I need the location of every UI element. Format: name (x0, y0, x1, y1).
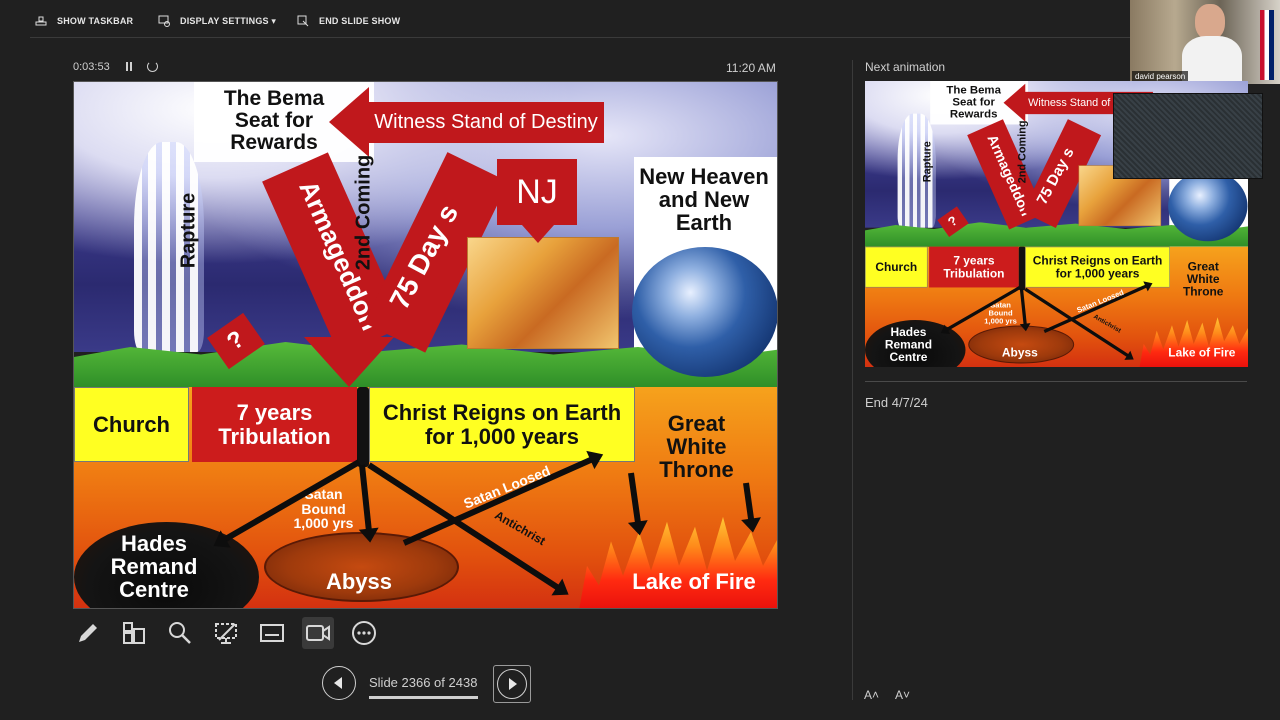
increase-font-button[interactable]: A˄ (864, 688, 879, 702)
more-icon (352, 621, 376, 645)
preview-bema-text: The Bema Seat for Rewards (946, 83, 1001, 121)
taskbar-icon (35, 15, 47, 27)
notes-font-controls: A˄ A˅ (864, 688, 910, 702)
church-box: Church (74, 387, 189, 462)
end-slide-show-button[interactable]: END SLIDE SHOW (297, 13, 400, 29)
preview-church-box: Church (865, 246, 928, 288)
current-slide[interactable]: The Bema Seat for Rewards Witness Stand … (73, 81, 778, 609)
speaker-notes: End 4/7/24 (865, 395, 928, 410)
pen-icon (79, 624, 97, 642)
timeline-divider (357, 387, 369, 467)
bema-seat-text: The Bema Seat for Rewards (223, 87, 325, 155)
rapture-text: Rapture (177, 192, 200, 269)
abyss-text: Abyss (325, 569, 393, 594)
nj-text: NJ (516, 172, 558, 211)
video-camera-icon (306, 625, 330, 641)
next-slide-button[interactable] (493, 665, 531, 703)
witness-stand-arrow: Witness Stand of Destiny (368, 102, 604, 143)
pause-icon[interactable] (125, 62, 133, 72)
show-taskbar-button[interactable]: SHOW TASKBAR (35, 13, 133, 29)
previous-slide-button[interactable] (322, 666, 356, 700)
nj-box: NJ (497, 159, 577, 225)
next-arrow-icon (497, 669, 527, 699)
preview-millennium-text: Christ Reigns on Earth for 1,000 years (1032, 253, 1163, 281)
hades-text: Hades Remand Centre (110, 531, 198, 603)
millennium-text: Christ Reigns on Earth for 1,000 years (382, 400, 622, 449)
great-white-throne-text: Great White Throne (659, 411, 734, 483)
webcam-feed: david pearson (1130, 0, 1280, 84)
screen-slash-icon (215, 623, 237, 644)
preview-throne-text: Great White Throne (1182, 259, 1224, 299)
lake-of-fire-text: Lake of Fire (632, 569, 756, 594)
panel-divider (852, 60, 853, 700)
armageddon-arrow-head (304, 337, 394, 387)
display-settings-icon (158, 15, 170, 27)
flag-image (1260, 10, 1274, 80)
preview-tribulation-text: 7 years Tribulation (943, 253, 1005, 281)
witness-stand-text: Witness Stand of Destiny (374, 111, 598, 133)
presenter-body (1182, 36, 1242, 84)
show-taskbar-label: SHOW TASKBAR (57, 16, 134, 26)
preview-church-text: Church (875, 260, 918, 274)
screen-share-overlay (1113, 93, 1263, 179)
church-text: Church (93, 411, 170, 437)
preview-hades-text: Hades Remand Centre (884, 324, 933, 364)
end-slide-show-label: END SLIDE SHOW (319, 16, 401, 26)
magnifier-icon (169, 622, 191, 644)
toolbar-divider (30, 37, 1130, 38)
more-options-button[interactable] (348, 617, 380, 649)
slide-navigation: Slide 2366 of 2438 (322, 665, 532, 703)
pen-tool-button[interactable] (72, 617, 104, 649)
preview-abyss-text: Abyss (1001, 345, 1038, 360)
preview-question-text: ? (945, 213, 961, 230)
preview-tribulation-box: 7 years Tribulation (929, 246, 1019, 288)
display-settings-button[interactable]: DISPLAY SETTINGS ▾ (158, 13, 276, 29)
preview-second-coming-text: 2nd Coming (1016, 120, 1029, 184)
question-mark-text: ? (222, 325, 250, 357)
see-all-slides-button[interactable] (118, 617, 150, 649)
subtitles-icon (260, 624, 284, 642)
restart-timer-icon[interactable] (147, 61, 158, 72)
slide-counter: Slide 2366 of 2438 (369, 675, 478, 690)
zoom-button[interactable] (164, 617, 196, 649)
black-screen-button[interactable] (210, 617, 242, 649)
tribulation-text: 7 years Tribulation (218, 400, 331, 449)
next-animation-label: Next animation (865, 60, 946, 74)
nj-arrow-point (522, 225, 554, 243)
new-heaven-text: New Heaven and New Earth (639, 164, 769, 236)
display-settings-label: DISPLAY SETTINGS ▾ (180, 15, 277, 26)
second-coming-text: 2nd Coming (352, 154, 375, 271)
preview-rapture-text: Rapture (921, 141, 934, 183)
presenter-head (1195, 4, 1225, 40)
earth-globe-image (632, 247, 777, 377)
presenter-tools (72, 617, 380, 649)
preview-lake-of-fire-text: Lake of Fire (1168, 345, 1236, 360)
current-time: 11:20 AM (726, 61, 776, 75)
slide-progress-bar (369, 696, 478, 699)
preview-earth-globe (1168, 170, 1248, 242)
slides-grid-icon (123, 622, 145, 644)
new-jerusalem-image (467, 237, 619, 349)
subtitles-button[interactable] (256, 617, 288, 649)
slide-scene: The Bema Seat for Rewards Witness Stand … (74, 82, 777, 608)
tribulation-box: 7 years Tribulation (192, 387, 357, 462)
decrease-font-button[interactable]: A˅ (895, 688, 910, 702)
elapsed-timer: 0:03:53 (73, 61, 110, 73)
presenter-toolbar: SHOW TASKBAR DISPLAY SETTINGS ▾ END SLID… (0, 0, 1130, 40)
notes-divider (865, 381, 1247, 382)
camera-button[interactable] (302, 617, 334, 649)
end-show-icon (297, 15, 309, 27)
